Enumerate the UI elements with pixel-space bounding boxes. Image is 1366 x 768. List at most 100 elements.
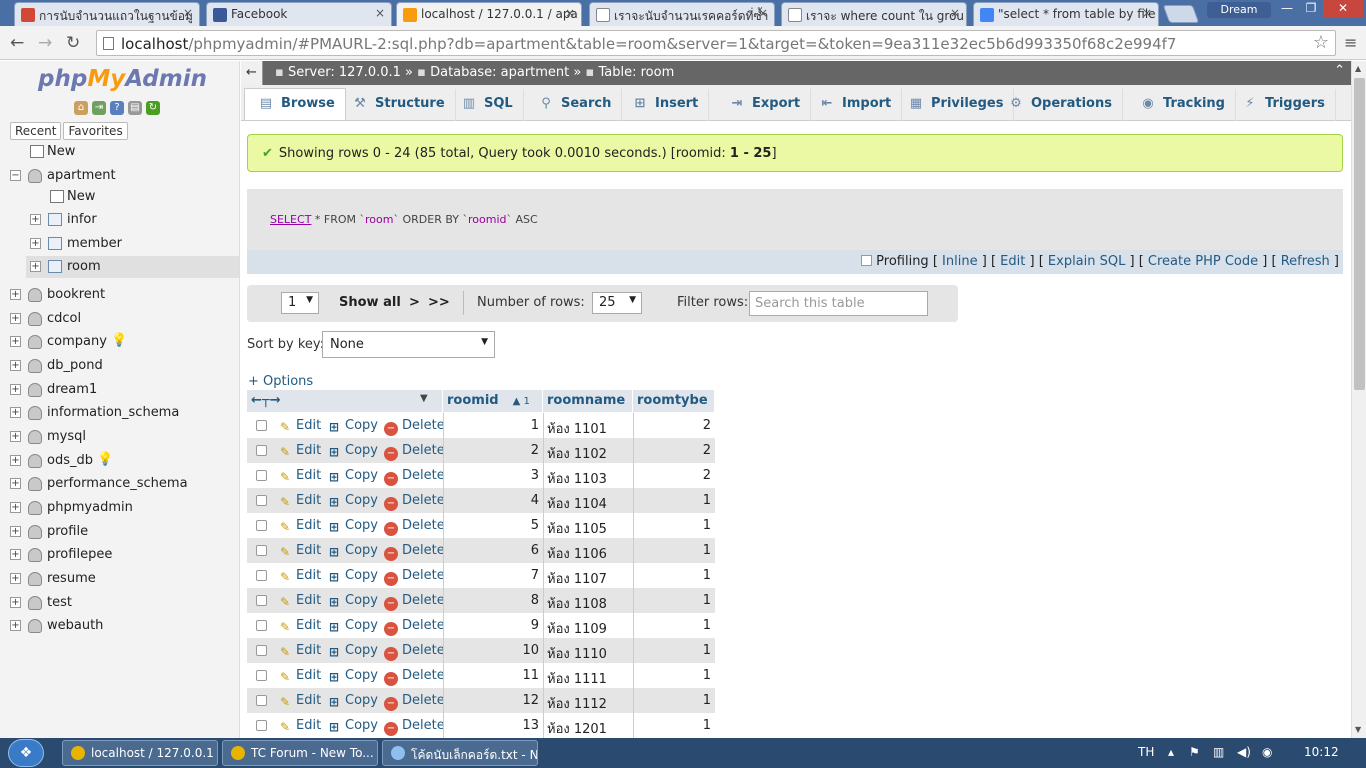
delete-row-button[interactable]: − Delete [384, 643, 445, 661]
next-page-button[interactable]: > [409, 295, 420, 310]
copy-row-button[interactable]: ⊞ Copy [327, 693, 378, 709]
tab-import[interactable]: ⇤ Import [806, 89, 903, 121]
expand-icon[interactable]: + [10, 502, 21, 513]
tab-triggers[interactable]: ⚡ Triggers [1229, 89, 1336, 121]
tree-item-ods_db[interactable]: + ods_db 💡 [0, 450, 239, 472]
profile-button[interactable]: Dream [1207, 2, 1271, 18]
cell-roomid[interactable]: 2 [443, 443, 539, 458]
copy-row-button[interactable]: ⊞ Copy [327, 668, 378, 684]
row-checkbox[interactable] [256, 445, 267, 456]
row-checkbox[interactable] [256, 495, 267, 506]
new-tab-button[interactable] [1162, 5, 1200, 23]
options-toggle[interactable]: + Options [248, 374, 313, 389]
cell-roomid[interactable]: 13 [443, 718, 539, 733]
cell-roomid[interactable]: 11 [443, 668, 539, 683]
sql-query[interactable]: SELECT * FROM `room` ORDER BY `roomid` A… [270, 213, 538, 226]
reload-nav-icon[interactable]: ↻ [146, 101, 160, 115]
delete-row-button[interactable]: − Delete [384, 593, 445, 611]
browser-tab[interactable]: เราจะ where count ใน grou × [781, 2, 967, 26]
tree-item-apartment[interactable]: − apartment [0, 165, 239, 187]
tree-item-information_schema[interactable]: + information_schema [0, 402, 239, 424]
expand-icon[interactable]: + [10, 431, 21, 442]
cell-roomtybe[interactable]: 1 [633, 718, 711, 733]
cell-roomid[interactable]: 6 [443, 543, 539, 558]
cell-roomtybe[interactable]: 1 [633, 643, 711, 658]
delete-row-button[interactable]: − Delete [384, 568, 445, 586]
cell-roomname[interactable]: ห้อง 1107 [547, 568, 607, 589]
address-bar[interactable]: localhost/phpmyadmin/#PMAURL-2:sql.php?d… [96, 30, 1336, 56]
profiling-checkbox[interactable] [861, 255, 873, 266]
row-checkbox[interactable] [256, 420, 267, 431]
cell-roomid[interactable]: 4 [443, 493, 539, 508]
copy-row-button[interactable]: ⊞ Copy [327, 568, 378, 584]
edit-row-button[interactable]: ✎ Edit [278, 718, 321, 734]
taskbar-item[interactable]: TC Forum - New To... [222, 740, 378, 766]
cell-roomname[interactable]: ห้อง 1106 [547, 543, 607, 564]
edit-row-button[interactable]: ✎ Edit [278, 468, 321, 484]
browser-tab[interactable]: localhost / 127.0.0.1 / apa × [396, 2, 582, 26]
lightbulb-icon[interactable]: 💡 [97, 452, 113, 467]
close-icon[interactable]: × [758, 6, 768, 20]
cell-roomid[interactable]: 5 [443, 518, 539, 533]
minimize-button[interactable]: — [1275, 0, 1299, 18]
edit-row-button[interactable]: ✎ Edit [278, 518, 321, 534]
row-checkbox[interactable] [256, 695, 267, 706]
tree-item-member[interactable]: + member [0, 233, 239, 255]
row-checkbox[interactable] [256, 570, 267, 581]
reload-icon[interactable]: ↻ [66, 33, 80, 53]
start-button[interactable]: ❖ [8, 739, 44, 767]
cell-roomname[interactable]: ห้อง 1108 [547, 593, 607, 614]
sql-link-edit[interactable]: Edit [1000, 254, 1025, 269]
edit-row-button[interactable]: ✎ Edit [278, 418, 321, 434]
sql-link-create-php-code[interactable]: Create PHP Code [1148, 254, 1258, 269]
tab-operations[interactable]: ⚙ Operations [995, 89, 1123, 121]
browser-tab[interactable]: "select * from table by file × [973, 2, 1159, 26]
copy-row-button[interactable]: ⊞ Copy [327, 443, 378, 459]
window-close-button[interactable]: ✕ [1323, 0, 1363, 18]
tab-insert[interactable]: ⊞ Insert [619, 89, 710, 121]
row-checkbox[interactable] [256, 545, 267, 556]
docs-icon[interactable]: ▤ [128, 101, 142, 115]
tab-export[interactable]: ⇥ Export [716, 89, 812, 121]
edit-row-button[interactable]: ✎ Edit [278, 543, 321, 559]
cell-roomtybe[interactable]: 1 [633, 693, 711, 708]
browser-tab[interactable]: Facebook × [206, 2, 392, 26]
maximize-button[interactable]: ❐ [1299, 0, 1323, 18]
sql-link-inline[interactable]: Inline [942, 254, 978, 269]
tree-item-performance_schema[interactable]: + performance_schema [0, 473, 239, 495]
cell-roomname[interactable]: ห้อง 1109 [547, 618, 607, 639]
number-of-rows-select[interactable]: 25 ▼ [592, 292, 642, 314]
tree-item-cdcol[interactable]: + cdcol [0, 308, 239, 330]
cell-roomtybe[interactable]: 1 [633, 593, 711, 608]
cell-roomid[interactable]: 8 [443, 593, 539, 608]
delete-row-button[interactable]: − Delete [384, 468, 445, 486]
sql-link-refresh[interactable]: Refresh [1281, 254, 1330, 269]
sql-link-explain-sql[interactable]: Explain SQL [1048, 254, 1125, 269]
cell-roomtybe[interactable]: 2 [633, 443, 711, 458]
row-checkbox[interactable] [256, 595, 267, 606]
expand-icon[interactable]: + [10, 478, 21, 489]
collapse-icon[interactable]: − [10, 170, 21, 181]
cell-roomtybe[interactable]: 2 [633, 468, 711, 483]
update-icon[interactable]: ◉ [1262, 745, 1272, 759]
tree-item-room[interactable]: + room [26, 256, 239, 278]
cell-roomid[interactable]: 7 [443, 568, 539, 583]
cell-roomtybe[interactable]: 2 [633, 418, 711, 433]
close-icon[interactable]: × [183, 6, 193, 20]
cell-roomid[interactable]: 9 [443, 618, 539, 633]
cell-roomtybe[interactable]: 1 [633, 618, 711, 633]
recent-button[interactable]: Recent [10, 122, 62, 140]
expand-icon[interactable]: + [10, 289, 21, 300]
tab-tracking[interactable]: ◉ Tracking [1127, 89, 1236, 121]
close-icon[interactable]: × [1142, 6, 1152, 20]
expand-icon[interactable]: + [10, 549, 21, 560]
expand-icon[interactable]: + [30, 214, 41, 225]
page-scrollbar[interactable]: ▲ ▼ [1351, 61, 1366, 738]
network-icon[interactable]: ▥ [1213, 745, 1224, 759]
expand-icon[interactable]: + [10, 597, 21, 608]
logout-icon[interactable]: ⇥ [92, 101, 106, 115]
flag-icon[interactable]: ⚑ [1189, 745, 1200, 759]
browser-tab[interactable]: เราจะนับจำนวนเรคคอร์ดที่ซ้ำ × [589, 2, 775, 26]
column-header-roomtybe[interactable]: roomtybe [633, 390, 715, 412]
cell-roomid[interactable]: 1 [443, 418, 539, 433]
